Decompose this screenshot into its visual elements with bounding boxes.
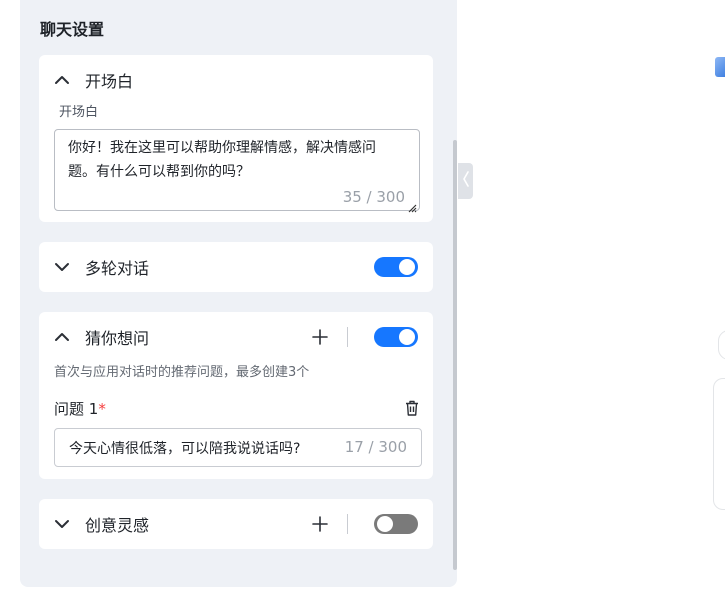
resize-handle-icon[interactable] [407, 198, 417, 213]
guess-toggle[interactable] [374, 327, 418, 347]
toggle-knob [399, 259, 415, 275]
inspiration-card: 创意灵感 [39, 499, 433, 549]
plus-icon[interactable] [312, 516, 328, 532]
divider [347, 327, 348, 347]
guess-title: 猜你想问 [85, 329, 150, 348]
question-counter: 17 / 300 [344, 438, 407, 456]
app-avatar [715, 57, 725, 77]
scrollbar[interactable] [453, 140, 457, 570]
panel-title: 聊天设置 [40, 20, 105, 39]
chat-preview-card [713, 378, 725, 510]
divider [347, 514, 348, 534]
opening-card: 开场白 开场白 你好！我在这里可以帮助你理解情感，解决情感问题。有什么可以帮到你… [39, 55, 433, 222]
chevron-up-icon[interactable] [53, 71, 71, 89]
side-button[interactable] [718, 330, 725, 360]
multi-turn-toggle[interactable] [374, 257, 418, 277]
multi-turn-card: 多轮对话 [39, 242, 433, 292]
opening-title: 开场白 [85, 72, 134, 91]
question-label: 问题 1* [54, 398, 106, 419]
toggle-knob [377, 516, 393, 532]
collapse-panel-button[interactable] [458, 163, 473, 199]
guess-card: 猜你想问 首次与应用对话时的推荐问题，最多创建3个 问题 1* 今天心情很低落，… [39, 312, 433, 479]
chevron-left-icon [462, 171, 470, 191]
guess-card-header[interactable]: 猜你想问 [53, 312, 417, 362]
multi-turn-title: 多轮对话 [85, 259, 150, 278]
guess-description: 首次与应用对话时的推荐问题，最多创建3个 [54, 365, 310, 380]
opening-text[interactable]: 你好！我在这里可以帮助你理解情感，解决情感问题。有什么可以帮到你的吗？ [68, 136, 403, 184]
chevron-down-icon[interactable] [53, 258, 71, 276]
chevron-up-icon[interactable] [53, 328, 71, 346]
toggle-knob [399, 329, 415, 345]
chevron-down-icon[interactable] [53, 515, 71, 533]
inspiration-toggle[interactable] [374, 514, 418, 534]
inspiration-card-header[interactable]: 创意灵感 [53, 499, 417, 549]
chat-settings-panel: 聊天设置 开场白 开场白 你好！我在这里可以帮助你理解情感，解决情感问题。有什么… [20, 0, 457, 587]
question-label-text: 问题 1 [54, 400, 99, 418]
required-mark: * [98, 400, 106, 418]
question-value[interactable]: 今天心情很低落，可以陪我说说话吗? [69, 438, 300, 458]
plus-icon[interactable] [312, 329, 328, 345]
trash-icon[interactable] [403, 399, 421, 417]
opening-sub-label: 开场白 [59, 105, 99, 120]
multi-turn-card-header[interactable]: 多轮对话 [53, 242, 417, 292]
opening-card-header[interactable]: 开场白 [53, 55, 417, 105]
question-input[interactable]: 今天心情很低落，可以陪我说说话吗? 17 / 300 [54, 428, 422, 467]
inspiration-title: 创意灵感 [85, 516, 150, 535]
opening-textarea[interactable]: 你好！我在这里可以帮助你理解情感，解决情感问题。有什么可以帮到你的吗？ 35 /… [54, 129, 420, 213]
opening-counter: 35 / 300 [342, 188, 405, 206]
